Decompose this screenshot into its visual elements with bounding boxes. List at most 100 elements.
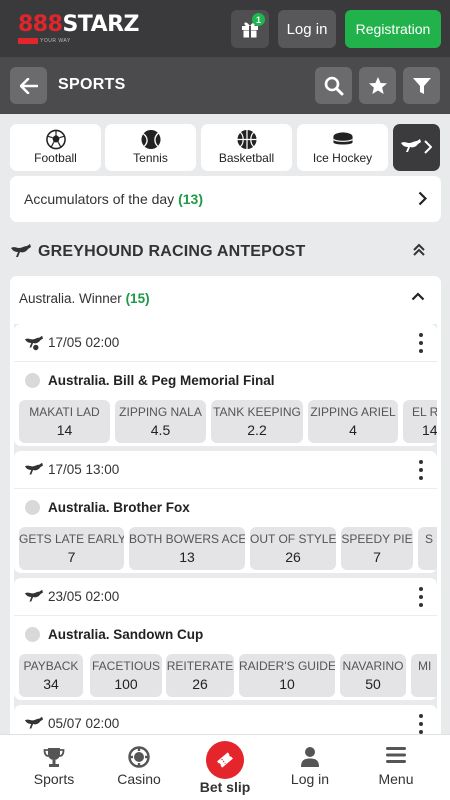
football-icon [45,129,66,150]
odds-button[interactable]: BOTH BOWERS ACE 13 [129,527,245,570]
bottom-navigation: Sports Casino Bet slip Log in Menu [0,734,450,800]
nav-sports[interactable]: Sports [9,735,99,800]
odds-button[interactable]: ZIPPING ARIEL 4 [308,400,398,443]
tab-label: Ice Hockey [312,151,373,165]
odds-button[interactable]: GETS LATE EARLY 7 [19,527,124,570]
nav-label: Casino [117,771,161,787]
filter-icon [412,77,431,94]
login-button[interactable]: Log in [278,10,336,48]
odds-button[interactable]: MAKATI LAD 14 [19,400,110,443]
double-chevron-up-icon[interactable] [412,243,426,257]
logo-accent: 888 [18,12,63,37]
registration-button[interactable]: Registration [345,10,441,48]
event-card: 23/05 02:00 Australia. Sandown Cup PAYBA… [14,578,437,700]
sports-bar: SPORTS [0,57,450,114]
odds-button[interactable]: REITERATE 26 [166,654,234,697]
event-time: 23/05 02:00 [48,589,120,604]
odds-button[interactable]: EL RE14 [403,400,437,443]
league-block: Australia. Winner (15) 17/05 02:00 Austr… [10,276,441,746]
accumulators-count: (13) [178,191,203,207]
greyhound-icon [25,716,43,729]
event-card: 17/05 02:00 Australia. Bill & Peg Memori… [14,324,437,446]
logo-tagline: YOUR WAY [40,37,71,44]
greyhound-icon [401,139,421,152]
event-name-row[interactable]: Australia. Brother Fox [14,489,437,526]
nav-label: Log in [290,771,330,787]
logo-main: STARZ [62,12,139,37]
nav-label: Sports [33,771,75,787]
event-card: 17/05 13:00 Australia. Brother Fox GETS … [14,451,437,573]
greyhound-icon [11,244,31,257]
section-title: GREYHOUND RACING ANTEPOST [38,243,306,260]
accumulators-label: Accumulators of the day [24,191,175,207]
basketball-icon [236,129,257,150]
tab-tennis[interactable]: Tennis [105,124,196,171]
event-name-row[interactable]: Australia. Bill & Peg Memorial Final [14,362,437,399]
chevron-up-icon [411,292,425,301]
tab-football[interactable]: Football [10,124,101,171]
odds-button[interactable]: PAYBACK 34 [19,654,83,697]
back-button[interactable] [10,67,47,104]
event-avatar-icon [25,627,40,642]
league-header[interactable]: Australia. Winner (15) [10,276,441,322]
ice-hockey-icon [332,132,353,145]
menu-icon [386,747,406,763]
odds-button[interactable]: NAVARINO 50 [340,654,406,697]
tab-basketball[interactable]: Basketball [201,124,292,171]
brand-logo[interactable]: 888STARZ YOUR WAY [18,12,139,46]
event-avatar-icon [25,500,40,515]
tab-label: Basketball [218,151,275,165]
favorites-button[interactable] [359,67,396,104]
search-icon [324,76,343,95]
user-icon [301,747,319,767]
tab-greyhound-racing[interactable] [393,124,440,171]
search-button[interactable] [315,67,352,104]
event-time: 05/07 02:00 [48,716,120,731]
nav-casino[interactable]: Casino [94,735,184,800]
tab-label: Football [34,151,77,165]
greyhound-icon [25,335,43,351]
page-title: SPORTS [58,76,126,93]
tab-label: Tennis [133,151,168,165]
nav-bet-slip[interactable]: Bet slip [180,735,270,800]
odds-button[interactable]: MI [411,654,437,697]
event-name: Australia. Bill & Peg Memorial Final [48,373,275,388]
trophy-icon [43,748,65,767]
more-options-icon[interactable] [419,333,423,353]
nav-login[interactable]: Log in [265,735,355,800]
nav-menu[interactable]: Menu [351,735,441,800]
chevron-right-icon [418,191,427,206]
tab-ice-hockey[interactable]: Ice Hockey [297,124,388,171]
casino-chip-icon [128,746,150,768]
chevron-right-icon [424,140,432,154]
odds-button[interactable]: OUT OF STYLE 26 [250,527,336,570]
event-name: Australia. Brother Fox [48,500,190,515]
event-time: 17/05 02:00 [48,335,120,350]
more-options-icon[interactable] [419,587,423,607]
event-time: 17/05 13:00 [48,462,120,477]
gift-badge: 1 [252,13,265,26]
filter-button[interactable] [403,67,440,104]
nav-label: Menu [378,771,414,787]
ticket-icon [217,752,233,768]
section-header: GREYHOUND RACING ANTEPOST [10,240,440,264]
odds-button[interactable]: S [418,527,437,570]
odds-button[interactable]: RAIDER'S GUIDE 10 [239,654,335,697]
odds-button[interactable]: FACETIOUS 100 [90,654,162,697]
event-name: Australia. Sandown Cup [48,627,204,642]
league-count: (15) [125,291,150,306]
greyhound-icon [25,589,43,602]
odds-button[interactable]: TANK KEEPING 2.2 [211,400,303,443]
event-name-row[interactable]: Australia. Sandown Cup [14,616,437,653]
sport-category-tabs: Football Tennis Basketball Ice Hockey [10,124,450,171]
odds-button[interactable]: ZIPPING NALA 4.5 [115,400,206,443]
gift-button[interactable]: 1 [231,10,269,48]
event-avatar-icon [25,373,40,388]
league-label: Australia. Winner [19,291,122,306]
nav-label: Bet slip [199,779,251,795]
odds-button[interactable]: SPEEDY PIE 7 [341,527,413,570]
more-options-icon[interactable] [419,714,423,734]
accumulators-of-the-day[interactable]: Accumulators of the day (13) [10,176,441,222]
more-options-icon[interactable] [419,460,423,480]
star-icon [368,76,387,94]
